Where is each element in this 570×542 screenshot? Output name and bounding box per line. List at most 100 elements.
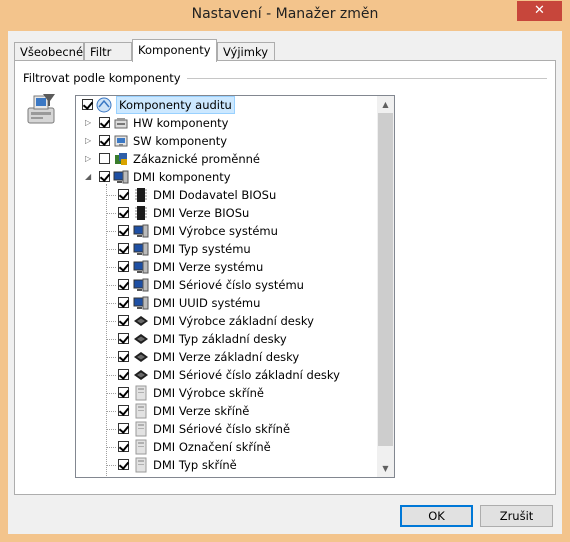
- tree-item-checkbox[interactable]: [118, 387, 129, 398]
- tree-item-checkbox[interactable]: [118, 333, 129, 344]
- tab-komponenty[interactable]: Komponenty: [132, 39, 217, 62]
- tree-item-label: DMI Výrobce základní desky: [153, 314, 314, 328]
- motherboard-icon: [134, 334, 148, 344]
- scroll-up-button[interactable]: ▲: [377, 96, 394, 113]
- tree-item-checkbox[interactable]: [118, 369, 129, 380]
- tree-item-label: Komponenty auditu: [116, 96, 235, 114]
- tree-item-checkbox[interactable]: [118, 351, 129, 362]
- chassis-icon: [135, 403, 147, 419]
- tree-item-checkbox[interactable]: [118, 243, 129, 254]
- tree-item-checkbox[interactable]: [118, 459, 129, 470]
- tree-item[interactable]: DMI Typ skříně: [76, 456, 376, 474]
- audit-components-icon: [96, 97, 112, 113]
- cancel-button[interactable]: Zrušit: [480, 505, 553, 527]
- tree-item-checkbox[interactable]: [118, 279, 129, 290]
- tree-item[interactable]: DMI Sériové číslo systému: [76, 276, 376, 294]
- tree-item-checkbox[interactable]: [82, 99, 93, 110]
- tree-item-label: DMI Výrobce skříně: [153, 386, 264, 400]
- tree-item-label: SW komponenty: [133, 134, 228, 148]
- hardware-icon: [114, 118, 128, 129]
- tree-item-checkbox[interactable]: [118, 207, 129, 218]
- tree-item[interactable]: Komponenty auditu: [76, 96, 376, 114]
- motherboard-icon: [134, 316, 148, 326]
- expand-arrow-icon[interactable]: ▷: [85, 118, 94, 127]
- tree-item[interactable]: DMI Výrobce systému: [76, 222, 376, 240]
- monitor-icon: [133, 260, 149, 274]
- tree-item-checkbox[interactable]: [118, 441, 129, 452]
- tree-item-label: DMI Dodavatel BIOSu: [153, 188, 277, 202]
- tree-item-checkbox[interactable]: [99, 171, 110, 182]
- title-bar[interactable]: Nastavení - Manažer změn ✕: [0, 0, 570, 31]
- tree-item-label: HW komponenty: [133, 116, 229, 130]
- collapse-arrow-icon[interactable]: ◢: [85, 172, 94, 181]
- close-button[interactable]: ✕: [517, 1, 562, 21]
- tree-item[interactable]: DMI Dodavatel BIOSu: [76, 186, 376, 204]
- tree-item-checkbox[interactable]: [118, 315, 129, 326]
- tree-item-checkbox[interactable]: [99, 135, 110, 146]
- tree-item-label: DMI Sériové číslo systému: [153, 278, 304, 292]
- tree-item[interactable]: DMI Sériové číslo základní desky: [76, 366, 376, 384]
- ok-button[interactable]: OK: [400, 505, 473, 527]
- tree-item-label: DMI Typ systému: [153, 242, 251, 256]
- tree-item[interactable]: DMI Typ systému: [76, 240, 376, 258]
- tree-item-label: DMI Typ skříně: [153, 458, 237, 472]
- tree-item-label: DMI Typ základní desky: [153, 332, 287, 346]
- tree-item[interactable]: DMI Výrobce skříně: [76, 384, 376, 402]
- tree-item-label: DMI Verze skříně: [153, 404, 250, 418]
- scrollbar-thumb[interactable]: [378, 113, 393, 446]
- bios-chip-icon: [135, 206, 147, 220]
- chassis-icon: [135, 439, 147, 455]
- tree-item[interactable]: DMI Typ základní desky: [76, 330, 376, 348]
- tree-item[interactable]: DMI Verze BIOSu: [76, 204, 376, 222]
- chassis-icon: [135, 421, 147, 437]
- tree-item[interactable]: DMI Výrobce základní desky: [76, 312, 376, 330]
- chassis-icon: [135, 385, 147, 401]
- expand-arrow-icon[interactable]: ▷: [85, 154, 94, 163]
- dialog-window: Nastavení - Manažer změn ✕ Všeobecné Fil…: [0, 0, 570, 542]
- tree-item[interactable]: ▷ HW komponenty: [76, 114, 376, 132]
- tree-item-checkbox[interactable]: [99, 153, 110, 164]
- software-icon: [114, 135, 128, 147]
- tree-item[interactable]: ▷ SW komponenty: [76, 132, 376, 150]
- tree-scrollbar[interactable]: ▲ ▼: [377, 96, 394, 477]
- group-label: Filtrovat podle komponenty: [23, 71, 187, 85]
- custom-variables-icon: [115, 153, 127, 165]
- tab-panel-komponenty: Filtrovat podle komponenty Komponenty au…: [14, 60, 556, 495]
- tree-item[interactable]: DMI Sériové číslo skříně: [76, 420, 376, 438]
- tree-item[interactable]: DMI UUID systému: [76, 294, 376, 312]
- tree-item-checkbox[interactable]: [99, 117, 110, 128]
- tree-item-checkbox[interactable]: [118, 297, 129, 308]
- tree-item[interactable]: ▷ Zákaznické proměnné: [76, 150, 376, 168]
- chassis-icon: [135, 457, 147, 473]
- tree-rows: Komponenty auditu ▷ HW komponenty ▷ SW kompo…: [76, 96, 377, 477]
- motherboard-icon: [134, 352, 148, 362]
- monitor-icon: [133, 296, 149, 310]
- tree-item[interactable]: DMI Označení skříně: [76, 438, 376, 456]
- window-title: Nastavení - Manažer změn: [191, 6, 379, 22]
- tree-item-checkbox[interactable]: [118, 261, 129, 272]
- tree-item-checkbox[interactable]: [118, 189, 129, 200]
- scroll-down-button[interactable]: ▼: [377, 460, 394, 477]
- computer-filter-icon: [27, 94, 55, 124]
- monitor-icon: [133, 242, 149, 256]
- monitor-icon: [133, 224, 149, 238]
- tree-item[interactable]: DMI Verze systému: [76, 258, 376, 276]
- tree-item-checkbox[interactable]: [118, 423, 129, 434]
- tab-filtr[interactable]: Filtr: [84, 42, 132, 61]
- tree-item-label: DMI Označení skříně: [153, 440, 271, 454]
- tree-item[interactable]: DMI Verze skříně: [76, 402, 376, 420]
- dmi-icon: [113, 170, 129, 184]
- tree-item-label: DMI Verze základní desky: [153, 350, 300, 364]
- tree-item[interactable]: ◢ DMI komponenty: [76, 168, 376, 186]
- component-tree[interactable]: Komponenty auditu ▷ HW komponenty ▷ SW kompo…: [75, 95, 395, 478]
- tree-item-label: DMI Sériové číslo skříně: [153, 422, 291, 436]
- tree-item-label: DMI UUID systému: [153, 296, 261, 310]
- tab-vyjimky[interactable]: Výjimky: [217, 42, 275, 61]
- dialog-client-area: Všeobecné Filtr Komponenty Výjimky Filtr…: [8, 31, 562, 534]
- tree-item-label: DMI Výrobce systému: [153, 224, 278, 238]
- tree-item[interactable]: DMI Verze základní desky: [76, 348, 376, 366]
- tab-vseobecne[interactable]: Všeobecné: [14, 42, 84, 61]
- expand-arrow-icon[interactable]: ▷: [85, 136, 94, 145]
- tree-item-checkbox[interactable]: [118, 405, 129, 416]
- tree-item-checkbox[interactable]: [118, 225, 129, 236]
